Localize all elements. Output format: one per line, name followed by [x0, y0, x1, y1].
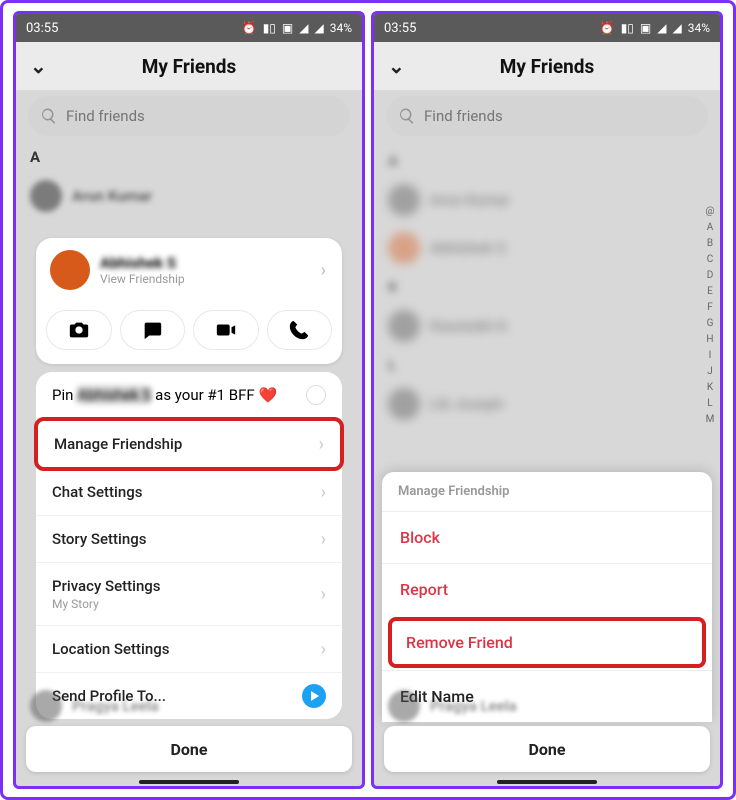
- camera-button[interactable]: [46, 310, 112, 350]
- chevron-right-icon: ›: [321, 529, 326, 550]
- chevron-right-icon: ›: [321, 584, 326, 605]
- report-button[interactable]: Report: [382, 563, 712, 615]
- vibrate-icon: ▮▯: [263, 21, 276, 35]
- friend-row: Abhishek S: [374, 224, 720, 272]
- header: ⌄ My Friends: [16, 42, 362, 90]
- screenshot-left: 03:55 ⏰ ▮▯ ▣ ◢ ◢ 34% ⌄ My Friends A Arun…: [13, 11, 365, 789]
- row-label: Privacy Settings: [52, 577, 161, 595]
- vibrate-icon: ▮▯: [621, 21, 634, 35]
- done-button[interactable]: Done: [26, 726, 352, 772]
- friend-name: Pragya Leela: [430, 697, 517, 715]
- chat-settings-row[interactable]: Chat Settings ›: [36, 469, 342, 516]
- search-input[interactable]: [424, 107, 696, 125]
- video-icon: [215, 319, 237, 341]
- alphabet-scroll-rail[interactable]: @ A B C D E F G H I J K L M: [704, 204, 716, 428]
- friend-row: Arun Kumar: [374, 176, 720, 224]
- page-title: My Friends: [142, 55, 236, 78]
- signal-icon: ◢: [657, 21, 666, 35]
- radio-unchecked-icon[interactable]: [306, 385, 326, 405]
- screenshot-right: 03:55 ⏰ ▮▯ ▣ ◢ ◢ 34% ⌄ My Friends A Arun…: [371, 11, 723, 789]
- chevron-right-icon: ›: [321, 482, 326, 503]
- call-button[interactable]: [267, 310, 333, 350]
- pin-prefix: Pin: [52, 386, 77, 404]
- pin-bff-row[interactable]: Pin Abhishek S as your #1 BFF ❤️: [36, 372, 342, 419]
- story-settings-row[interactable]: Story Settings ›: [36, 516, 342, 563]
- location-settings-row[interactable]: Location Settings ›: [36, 626, 342, 673]
- friend-row: Kaustubh K: [374, 302, 720, 350]
- heart-icon: ❤️: [258, 386, 277, 404]
- friends-list-dimmed: A Arun Kumar Abhishek S K Kaustubh K L L…: [374, 142, 720, 428]
- sim-icon: ▣: [640, 21, 651, 35]
- chat-button[interactable]: [120, 310, 186, 350]
- avatar: [30, 690, 62, 722]
- status-bar: 03:55 ⏰ ▮▯ ▣ ◢ ◢ 34%: [374, 14, 720, 42]
- avatar: [50, 250, 90, 290]
- search-input[interactable]: [66, 107, 338, 125]
- row-label: Chat Settings: [52, 483, 142, 501]
- nav-bar-indicator: [139, 780, 239, 784]
- pin-suffix: as your #1 BFF: [151, 386, 258, 404]
- manage-friendship-popup: Manage Friendship Block Report Remove Fr…: [382, 472, 712, 722]
- camera-icon: [68, 319, 90, 341]
- privacy-settings-row[interactable]: Privacy Settings My Story ›: [36, 563, 342, 626]
- row-label: Location Settings: [52, 640, 169, 658]
- back-chevron-icon[interactable]: ⌄: [30, 54, 47, 78]
- video-button[interactable]: [193, 310, 259, 350]
- friend-row[interactable]: Arun Kumar: [16, 172, 362, 220]
- alarm-icon: ⏰: [600, 21, 615, 35]
- avatar: [30, 180, 62, 212]
- friend-row-behind: Pragya Leela: [30, 690, 159, 722]
- alarm-icon: ⏰: [242, 21, 257, 35]
- manage-friendship-row[interactable]: Manage Friendship ›: [34, 417, 344, 471]
- friend-row: Lib Joseph: [374, 380, 720, 428]
- search-icon: [40, 107, 58, 125]
- search-icon: [398, 107, 416, 125]
- chat-icon: [141, 319, 163, 341]
- row-label: Story Settings: [52, 530, 146, 548]
- view-friendship-link[interactable]: View Friendship: [100, 272, 185, 286]
- search-bar[interactable]: [386, 96, 708, 136]
- chevron-right-icon[interactable]: ›: [321, 260, 326, 281]
- signal-icon: ◢: [672, 21, 681, 35]
- popup-header: Manage Friendship: [382, 472, 712, 511]
- section-header-a: A: [16, 142, 362, 172]
- search-bar[interactable]: [28, 96, 350, 136]
- page-title: My Friends: [500, 55, 594, 78]
- header: ⌄ My Friends: [374, 42, 720, 90]
- row-sublabel: My Story: [52, 597, 161, 611]
- friend-row-behind: Pragya Leela: [388, 690, 517, 722]
- status-bar: 03:55 ⏰ ▮▯ ▣ ◢ ◢ 34%: [16, 14, 362, 42]
- status-time: 03:55: [384, 21, 416, 36]
- sim-icon: ▣: [282, 21, 293, 35]
- signal-icon: ◢: [314, 21, 323, 35]
- friend-name: Pragya Leela: [72, 697, 159, 715]
- nav-bar-indicator: [497, 780, 597, 784]
- friend-name: Arun Kumar: [72, 187, 152, 205]
- phone-icon: [288, 319, 310, 341]
- status-icons: ⏰ ▮▯ ▣ ◢ ◢ 34%: [242, 21, 352, 35]
- block-button[interactable]: Block: [382, 511, 712, 563]
- settings-card: Pin Abhishek S as your #1 BFF ❤️ Manage …: [36, 372, 342, 719]
- avatar: [388, 690, 420, 722]
- profile-name: Abhishek S: [100, 254, 185, 272]
- send-arrow-icon: [302, 684, 326, 708]
- chevron-right-icon: ›: [321, 639, 326, 660]
- remove-friend-button[interactable]: Remove Friend: [388, 617, 706, 668]
- battery-text: 34%: [330, 21, 352, 35]
- chevron-right-icon: ›: [319, 434, 324, 455]
- pin-name-blurred: Abhishek S: [77, 386, 151, 404]
- row-label: Manage Friendship: [54, 435, 182, 453]
- signal-icon: ◢: [299, 21, 308, 35]
- back-chevron-icon[interactable]: ⌄: [388, 54, 405, 78]
- status-time: 03:55: [26, 21, 58, 36]
- done-button[interactable]: Done: [384, 726, 710, 772]
- status-icons: ⏰ ▮▯ ▣ ◢ ◢ 34%: [600, 21, 710, 35]
- battery-text: 34%: [688, 21, 710, 35]
- profile-card: Abhishek S View Friendship ›: [36, 238, 342, 364]
